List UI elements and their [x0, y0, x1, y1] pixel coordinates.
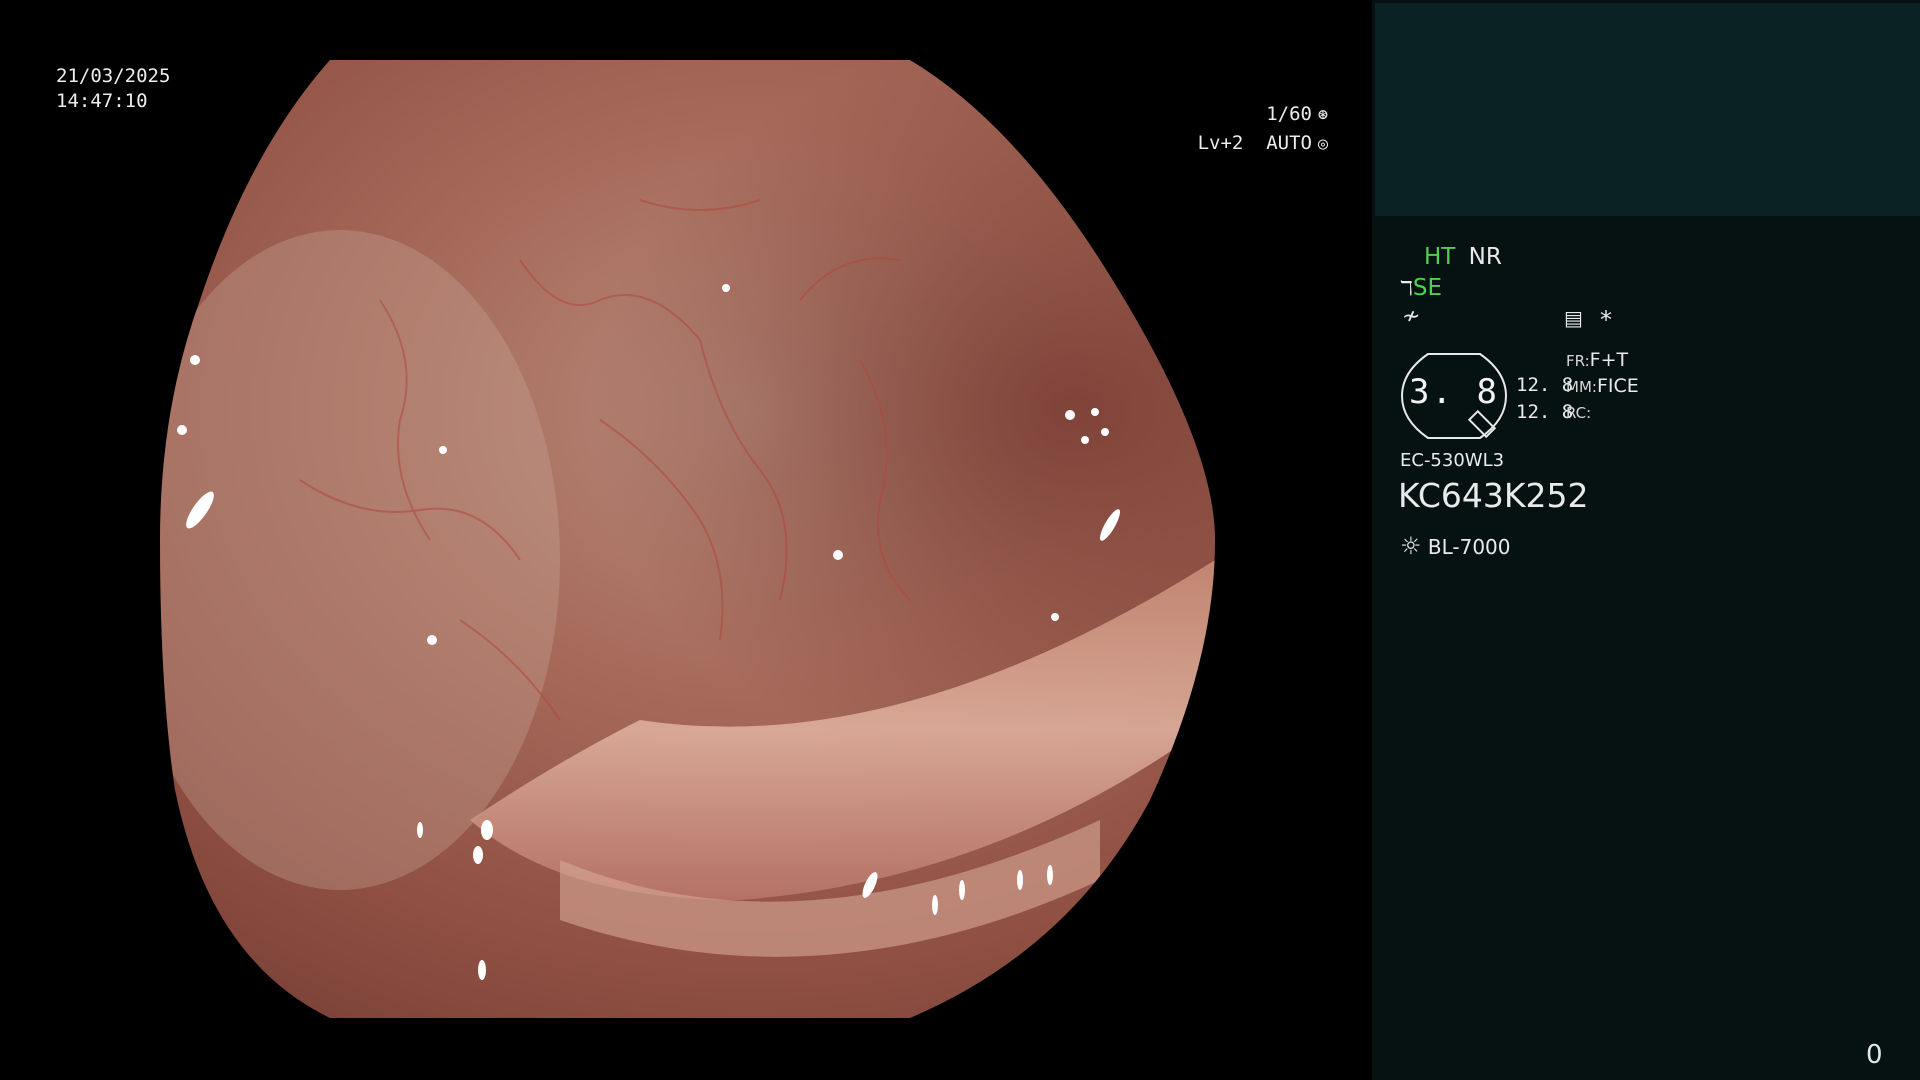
zoom-value: 3. 8: [1409, 372, 1499, 412]
frame-counter: 0: [1866, 1040, 1883, 1070]
light-source-text: BL-7000: [1427, 535, 1511, 559]
light-source-icon: ☼: [1400, 532, 1422, 560]
mucosa-image: [160, 60, 1215, 1018]
enhance-icon: ≁: [1402, 304, 1421, 329]
se-row: ℸSE: [1400, 275, 1442, 301]
star-indicator: *: [1600, 306, 1612, 334]
endoscope-view: 21/03/2025 14:47:10 1/60 ⊛ Lv+2 AUTO ◎: [0, 0, 1372, 1080]
scope-serial: KC643K252: [1398, 476, 1589, 515]
shutter-row: 1/60 ⊛: [52, 100, 1372, 129]
mode-block: FR:F+T MM:FICE RC:: [1566, 348, 1639, 426]
rc-row: RC:: [1566, 400, 1639, 426]
nr-indicator: NR: [1468, 244, 1502, 270]
light-source-row: ☼ BL-7000: [1400, 532, 1511, 560]
shutter-icon: ⊛: [1317, 105, 1329, 125]
iris-text: Lv+2 AUTO: [1197, 132, 1312, 154]
mm-label: MM:: [1566, 378, 1597, 396]
mm-row: MM:FICE: [1566, 374, 1639, 400]
exposure-block: 1/60 ⊛ Lv+2 AUTO ◎: [52, 100, 1372, 158]
thumbnail-area: [1375, 3, 1920, 216]
fr-label: FR:: [1566, 352, 1590, 370]
menu-icon: ▤: [1564, 306, 1583, 330]
iris-row: Lv+2 AUTO ◎: [52, 129, 1372, 158]
scale-values: 12. 8 12. 8: [1516, 372, 1573, 426]
zoom-badge: 3. 8: [1400, 352, 1508, 440]
ht-indicator: HT: [1424, 244, 1456, 270]
se-indicator: SE: [1412, 275, 1443, 301]
ht-nr-row: HT NR: [1424, 244, 1502, 270]
scale-value-bottom: 12. 8: [1516, 401, 1574, 423]
rc-label: RC:: [1566, 404, 1592, 422]
scope-tip-icon: ℸ: [1400, 276, 1413, 300]
scope-model: EC-530WL3: [1400, 450, 1505, 471]
shutter-text: 1/60: [1266, 103, 1312, 125]
fr-value: F+T: [1589, 349, 1629, 371]
scale-value-top: 12. 8: [1516, 374, 1574, 396]
date-text: 21/03/2025: [56, 65, 171, 87]
iris-icon: ◎: [1317, 134, 1329, 154]
mm-value: FICE: [1596, 375, 1639, 397]
fr-row: FR:F+T: [1566, 348, 1639, 374]
